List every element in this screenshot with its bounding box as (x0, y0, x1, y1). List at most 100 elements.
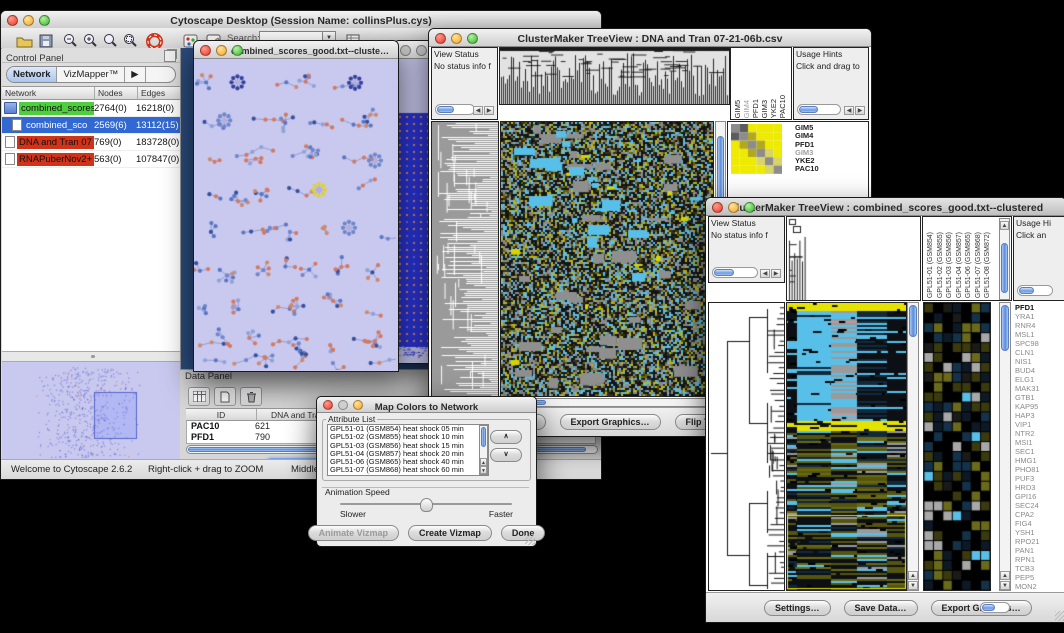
gene-label[interactable]: TCB3 (1015, 564, 1064, 573)
column-label[interactable]: GPL51-03 (GSM856) (945, 232, 955, 298)
main-titlebar[interactable]: Cytoscape Desktop (Session Name: collins… (1, 11, 601, 29)
column-label[interactable]: GIM4 (742, 100, 751, 118)
gene-label[interactable]: HMG1 (1015, 456, 1064, 465)
tv1-zoom-heatmap[interactable] (731, 124, 782, 174)
overview-canvas[interactable] (2, 362, 178, 462)
column-label[interactable]: GPL51-06 (GSM865) (964, 232, 974, 298)
gene-label[interactable]: MSI1 (1015, 438, 1064, 447)
column-label[interactable]: YKE2 (769, 99, 778, 118)
move-up-button[interactable]: ∧ (490, 430, 522, 444)
gene-label[interactable]: FIG4 (1015, 519, 1064, 528)
gene-label[interactable]: VIP1 (1015, 420, 1064, 429)
col-edges[interactable]: Edges (138, 87, 180, 99)
network-overview[interactable] (2, 361, 180, 462)
tv1-hints-right-arrow[interactable]: ▶ (855, 106, 865, 115)
tv2-status-right-arrow[interactable]: ▶ (771, 269, 781, 278)
gene-label[interactable]: PEP5 (1015, 573, 1064, 582)
new-attribute-icon[interactable] (214, 387, 236, 406)
tv1-row-dendrogram[interactable] (431, 121, 499, 407)
attribute-item[interactable]: GPL51-07 (GSM868) heat shock 60 min (330, 466, 488, 474)
treeview2-titlebar[interactable]: ClusterMaker TreeView : combined_scores_… (706, 198, 1064, 216)
animation-speed-slider[interactable] (340, 503, 512, 505)
attribute-list[interactable]: GPL51-01 (GSM854) heat shock 05 minGPL51… (327, 424, 489, 476)
tv2-status-slider[interactable] (712, 267, 758, 278)
column-label[interactable]: PAC10 (778, 95, 787, 118)
tv1-hints-slider[interactable] (797, 104, 841, 115)
network-row[interactable]: DNA and Tran 07 769(0) 183728(0) (2, 134, 180, 151)
scroll-thumb[interactable] (1001, 305, 1009, 351)
tv2-column-dendrogram[interactable] (786, 216, 921, 301)
dialog-button[interactable]: Done (501, 525, 546, 541)
tv2-status-left-arrow[interactable]: ◀ (760, 269, 770, 278)
gene-label[interactable]: ELG1 (1015, 375, 1064, 384)
treeview-button[interactable]: Export Graphics… (560, 414, 661, 430)
tv1-status-right-arrow[interactable]: ▶ (484, 106, 494, 115)
tv1-status-slider[interactable] (435, 104, 475, 115)
resize-grip[interactable] (525, 535, 535, 545)
move-down-button[interactable]: ∨ (490, 448, 522, 462)
gene-label[interactable]: SPC98 (1015, 339, 1064, 348)
gene-label[interactable]: CPA2 (1015, 510, 1064, 519)
tv1-status-left-arrow[interactable]: ◀ (473, 106, 483, 115)
gene-label[interactable]: YSH1 (1015, 528, 1064, 537)
col-network[interactable]: Network (2, 87, 95, 99)
tv2-hints-slider[interactable] (1017, 285, 1053, 296)
column-label[interactable]: GPL51-04 (GSM857) (955, 232, 965, 298)
tv2-column-labels[interactable]: GPL51-01 (GSM854)GPL51-02 (GSM855)GPL51-… (922, 216, 1012, 301)
gene-label[interactable]: RPO21 (1015, 537, 1064, 546)
tab[interactable]: ▶ (125, 67, 145, 82)
gene-label[interactable]: PAN1 (1015, 546, 1064, 555)
tv2-heatmap-vscrollbar[interactable]: ▲ ▼ (907, 302, 919, 591)
scroll-down-icon[interactable]: ▼ (1000, 581, 1010, 590)
gene-label[interactable]: PFD1 (1015, 303, 1064, 312)
scroll-up-icon[interactable]: ▲ (1000, 571, 1010, 580)
network-row[interactable]: combined_scores 2764(0) 16218(0) (2, 100, 180, 117)
network-row[interactable]: combined_sco 2569(6) 13112(15) (2, 117, 180, 134)
column-label[interactable]: GIM5 (733, 100, 742, 118)
slider-thumb[interactable] (420, 498, 433, 512)
column-label[interactable]: GIM3 (760, 100, 769, 118)
dialog-button[interactable]: Animate Vizmap (308, 525, 399, 541)
dialog-button[interactable]: Create Vizmap (408, 525, 492, 541)
gene-label[interactable]: NIS1 (1015, 357, 1064, 366)
gene-label[interactable]: KAP95 (1015, 402, 1064, 411)
gene-label[interactable]: PUF3 (1015, 474, 1064, 483)
gene-label[interactable]: GPI16 (1015, 492, 1064, 501)
tv1-hints-left-arrow[interactable]: ◀ (844, 106, 854, 115)
map-dialog-titlebar[interactable]: Map Colors to Network (317, 397, 536, 413)
gene-label[interactable]: BUD4 (1015, 366, 1064, 375)
gene-label[interactable]: MSL1 (1015, 330, 1064, 339)
tv1-column-dendrogram[interactable] (499, 47, 730, 105)
tv2-labels-vscrollbar[interactable]: ▲ (999, 218, 1010, 300)
column-label[interactable]: GPL51-01 (GSM854) (926, 232, 936, 298)
tv1-heatmap[interactable] (500, 121, 714, 397)
select-attributes-icon[interactable] (188, 387, 210, 406)
network-row[interactable]: RNAPuberNov2+ 563(0) 107847(0) (2, 151, 180, 168)
gene-label[interactable]: RNR4 (1015, 321, 1064, 330)
tv2-bottom-slider[interactable] (980, 602, 1010, 613)
gene-label[interactable]: SEC1 (1015, 447, 1064, 456)
gene-label[interactable]: GTB1 (1015, 393, 1064, 402)
column-label[interactable]: GPL51-08 (GSM872) (983, 232, 993, 298)
gene-label[interactable]: HRD3 (1015, 483, 1064, 492)
col-nodes[interactable]: Nodes (95, 87, 138, 99)
resize-grip[interactable] (1055, 611, 1064, 621)
column-label[interactable]: PFD1 (751, 99, 760, 118)
tab[interactable]: VizMapper™ (57, 67, 125, 82)
treeview1-titlebar[interactable]: ClusterMaker TreeView : DNA and Tran 07-… (429, 29, 871, 47)
scroll-up-icon[interactable]: ▲ (908, 571, 918, 580)
column-label[interactable]: GPL51-07 (GSM868) (974, 232, 984, 298)
network1-canvas[interactable] (194, 59, 396, 370)
delete-attribute-icon[interactable] (240, 387, 262, 406)
gene-label[interactable]: PHO81 (1015, 465, 1064, 474)
tv2-heatmap[interactable] (786, 302, 907, 591)
tv1-column-labels[interactable]: GIM5GIM4PFD1GIM3YKE2PAC10 (730, 47, 792, 120)
gene-label[interactable]: NTR2 (1015, 429, 1064, 438)
treeview-button[interactable]: Save Data… (844, 600, 918, 616)
gene-label[interactable]: YRA1 (1015, 312, 1064, 321)
scroll-thumb[interactable] (909, 305, 917, 337)
gene-label[interactable]: MAK31 (1015, 384, 1064, 393)
row-label[interactable]: PAC10 (795, 165, 819, 173)
panel-splitter[interactable] (2, 352, 180, 361)
float-panel-icon[interactable] (164, 50, 176, 62)
